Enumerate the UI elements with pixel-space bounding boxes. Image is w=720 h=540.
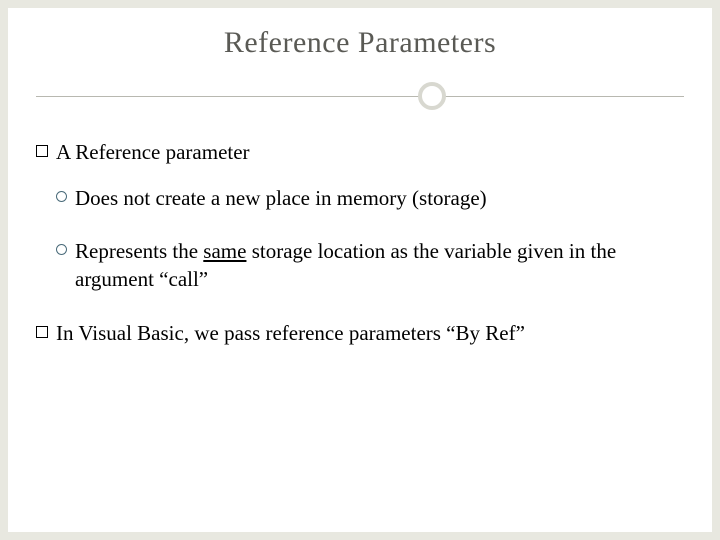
text-fragment: Represents the [75,239,203,263]
content-area: A Reference parameter Does not create a … [36,138,684,348]
bullet-level2: Does not create a new place in memory (s… [56,184,684,212]
bullet-level2: Represents the same storage location as … [56,237,684,294]
bullet-text: A Reference parameter [56,138,250,166]
underlined-text: same [203,239,246,263]
sub-bullet-list: Does not create a new place in memory (s… [56,184,684,293]
slide: Reference Parameters A Reference paramet… [8,8,712,532]
square-bullet-icon [36,145,48,157]
horizontal-rule [36,96,684,97]
bullet-text: In Visual Basic, we pass reference param… [56,319,525,347]
title-area: Reference Parameters [36,26,684,118]
bullet-text: Represents the same storage location as … [75,237,684,294]
bullet-level1: A Reference parameter [36,138,684,166]
slide-title: Reference Parameters [36,26,684,60]
square-bullet-icon [36,326,48,338]
circle-bullet-icon [56,191,67,202]
bullet-text: Does not create a new place in memory (s… [75,184,487,212]
bullet-level1: In Visual Basic, we pass reference param… [36,319,684,347]
ring-icon [418,82,446,110]
circle-bullet-icon [56,244,67,255]
